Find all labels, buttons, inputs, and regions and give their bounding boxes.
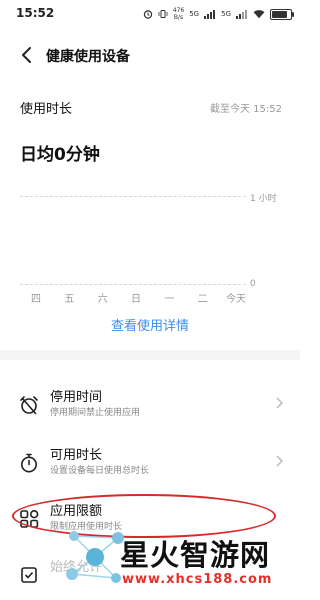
alarm-off-icon	[20, 396, 38, 415]
signal-icon	[236, 9, 247, 19]
grid-line-bottom	[20, 284, 246, 285]
x-tick-label: 五	[64, 294, 75, 305]
vibrate-icon	[158, 10, 168, 18]
page-title: 健康使用设备	[46, 49, 130, 65]
status-time: 15:52	[16, 6, 55, 20]
x-tick-label: 今天	[226, 294, 246, 305]
x-tick-label: 二	[197, 294, 208, 305]
watermark-title: 星火智游网	[120, 538, 271, 572]
usage-as-of: 截至今天 15:52	[210, 104, 282, 115]
network-type-1: 5G	[189, 10, 200, 18]
watermark: 星火智游网 www.xhcs188.com	[60, 520, 296, 600]
x-tick-label: 一	[164, 294, 175, 305]
checkbox-icon	[21, 567, 37, 583]
chevron-right-icon	[276, 455, 284, 467]
x-tick-label: 四	[31, 294, 41, 305]
data-speed-icon: 476 B/s	[172, 7, 185, 21]
grid-line-top	[20, 196, 246, 197]
back-arrow-icon[interactable]	[18, 44, 38, 66]
x-tick-label: 六	[97, 294, 108, 305]
daily-average: 日均0分钟	[20, 145, 100, 165]
status-bar: 15:52 476 B/s 5G 5G	[0, 0, 300, 28]
y-tick-zero: 0	[250, 279, 256, 289]
setting-subtitle: 设置设备每日使用总时长	[50, 466, 150, 476]
stopwatch-icon	[21, 453, 37, 473]
usage-chart: 1 小时 0 四 五 六 日 一 二 今天	[20, 188, 290, 305]
alarm-icon	[143, 10, 152, 19]
section-divider	[0, 350, 300, 360]
battery-icon	[270, 8, 294, 20]
signal-icon	[204, 9, 216, 19]
view-usage-details-link[interactable]: 查看使用详情	[0, 315, 300, 334]
usage-label: 使用时长	[20, 102, 73, 117]
setting-screen-time-limit[interactable]: 可用时长 设置设备每日使用总时长	[0, 436, 300, 488]
wifi-icon	[253, 10, 265, 19]
chevron-right-icon	[276, 397, 284, 409]
setting-title: 停用时间	[50, 390, 103, 405]
watermark-url: www.xhcs188.com	[122, 572, 273, 587]
status-icons: 476 B/s 5G 5G	[143, 6, 294, 22]
y-tick-top: 1 小时	[250, 194, 277, 204]
setting-subtitle: 停用期间禁止使用应用	[50, 408, 141, 418]
setting-title: 可用时长	[50, 448, 103, 463]
setting-downtime[interactable]: 停用时间 停用期间禁止使用应用	[0, 378, 300, 430]
network-type-2: 5G	[221, 10, 231, 18]
x-tick-label: 日	[131, 294, 141, 305]
